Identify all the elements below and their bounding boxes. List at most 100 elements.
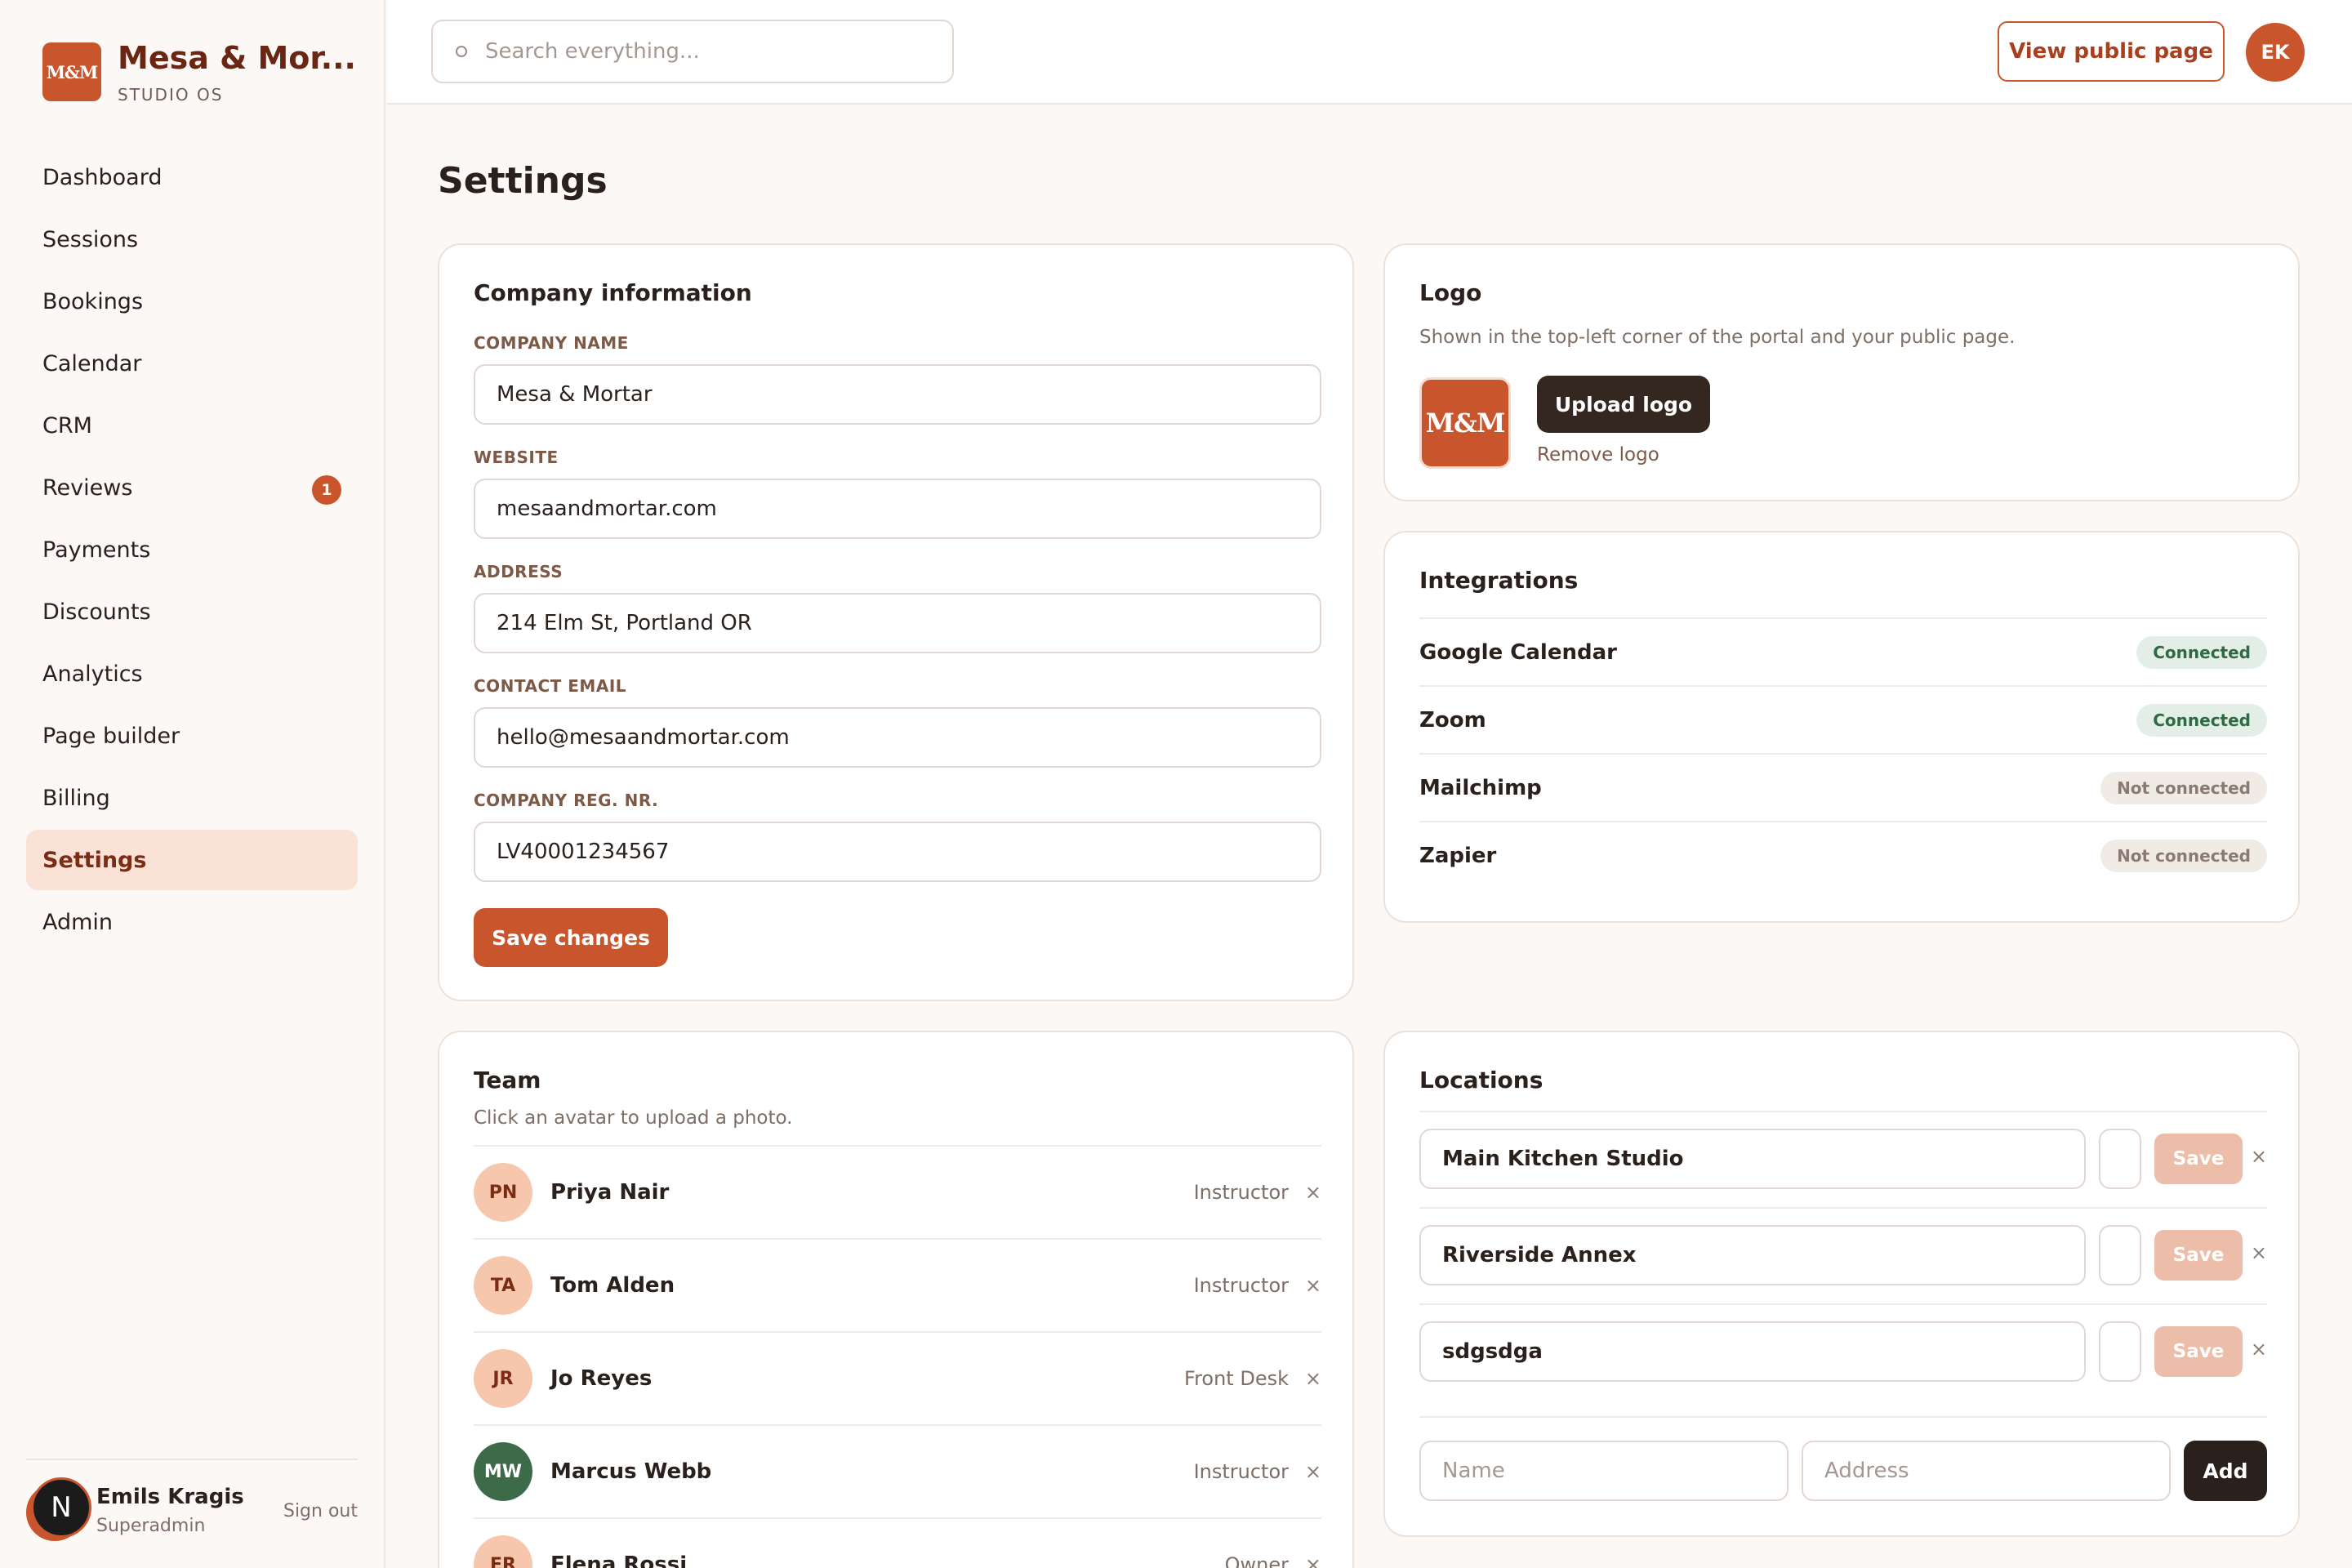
member-name: Jo Reyes xyxy=(550,1366,653,1391)
member-name: Elena Rossi xyxy=(550,1552,688,1568)
remove-location-icon[interactable]: × xyxy=(2251,1145,2267,1168)
location-row: Save × xyxy=(1419,1207,2267,1303)
add-location-button[interactable]: Add xyxy=(2184,1441,2267,1501)
integrations-list: Google Calendar Connected Zoom Connected… xyxy=(1419,617,2267,889)
integration-name: Google Calendar xyxy=(1419,639,1617,665)
brand[interactable]: M&M Mesa & Mor... STUDIO OS xyxy=(42,41,363,105)
member-avatar[interactable]: JR xyxy=(474,1349,532,1408)
integration-name: Mailchimp xyxy=(1419,775,1542,800)
company-reg-label: COMPANY REG. NR. xyxy=(474,791,659,810)
page-title: Settings xyxy=(438,160,608,202)
new-location-name-input[interactable] xyxy=(1419,1441,1788,1501)
status-badge: Connected xyxy=(2136,703,2267,737)
search-input[interactable] xyxy=(485,39,942,64)
member-avatar[interactable]: TA xyxy=(474,1256,532,1315)
company-information-card: Company information COMPANY NAME WEBSITE… xyxy=(438,243,1354,1001)
remove-member-icon[interactable]: × xyxy=(1305,1181,1321,1204)
save-changes-button[interactable]: Save changes xyxy=(474,908,668,967)
view-public-page-button[interactable]: View public page xyxy=(1998,21,2225,82)
new-location-form: Add xyxy=(1419,1416,2267,1514)
remove-member-icon[interactable]: × xyxy=(1305,1367,1321,1390)
location-name-input[interactable] xyxy=(1419,1225,2086,1285)
location-name-input[interactable] xyxy=(1419,1129,2086,1189)
sign-out-link[interactable]: Sign out xyxy=(283,1501,358,1521)
company-name-label: COMPANY NAME xyxy=(474,333,629,353)
brand-subtitle: STUDIO OS xyxy=(118,85,224,105)
sidebar-item-analytics[interactable]: Analytics xyxy=(26,644,358,704)
remove-member-icon[interactable]: × xyxy=(1305,1553,1321,1568)
company-reg-field[interactable] xyxy=(474,822,1321,882)
integration-row[interactable]: Google Calendar Connected xyxy=(1419,617,2267,685)
user-avatar[interactable]: N xyxy=(26,1477,93,1544)
member-name: Marcus Webb xyxy=(550,1459,712,1484)
address-label: ADDRESS xyxy=(474,562,564,581)
location-name-input[interactable] xyxy=(1419,1321,2086,1382)
member-role: Instructor xyxy=(1193,1181,1289,1204)
member-role: Instructor xyxy=(1193,1460,1289,1483)
integration-name: Zapier xyxy=(1419,843,1497,868)
location-save-button[interactable]: Save xyxy=(2154,1134,2243,1184)
location-save-button[interactable]: Save xyxy=(2154,1230,2243,1281)
sidebar-item-payments[interactable]: Payments xyxy=(26,519,358,580)
sidebar-item-bookings[interactable]: Bookings xyxy=(26,271,358,332)
sidebar-item-label: Settings xyxy=(42,847,147,873)
remove-logo-link[interactable]: Remove logo xyxy=(1537,444,1659,466)
sidebar-item-dashboard[interactable]: Dashboard xyxy=(26,147,358,207)
sidebar-item-billing[interactable]: Billing xyxy=(26,768,358,828)
remove-location-icon[interactable]: × xyxy=(2251,1338,2267,1361)
location-address-input[interactable] xyxy=(2099,1225,2141,1285)
upload-logo-button[interactable]: Upload logo xyxy=(1537,376,1710,433)
topbar: View public page EK xyxy=(387,0,2352,105)
member-avatar[interactable]: PN xyxy=(474,1163,532,1222)
reviews-count-badge: 1 xyxy=(312,475,341,505)
member-avatar[interactable]: ER xyxy=(474,1535,532,1568)
card-title: Locations xyxy=(1419,1067,1544,1094)
sidebar-item-label: Billing xyxy=(42,785,110,811)
remove-member-icon[interactable]: × xyxy=(1305,1274,1321,1297)
sidebar-item-page-builder[interactable]: Page builder xyxy=(26,706,358,766)
brand-logo: M&M xyxy=(42,42,101,101)
search-icon xyxy=(456,46,467,57)
sidebar-item-sessions[interactable]: Sessions xyxy=(26,209,358,270)
company-name-field[interactable] xyxy=(474,364,1321,425)
team-member-row: MW Marcus Webb Instructor × xyxy=(474,1424,1321,1517)
member-name: Priya Nair xyxy=(550,1180,670,1205)
sidebar-item-calendar[interactable]: Calendar xyxy=(26,333,358,394)
brand-name: Mesa & Mor... xyxy=(118,41,356,75)
sidebar-item-label: Reviews xyxy=(42,474,133,501)
integration-row[interactable]: Mailchimp Not connected xyxy=(1419,753,2267,821)
member-avatar[interactable]: MW xyxy=(474,1442,532,1501)
integration-row[interactable]: Zapier Not connected xyxy=(1419,821,2267,889)
member-name: Tom Alden xyxy=(550,1273,675,1298)
search-box[interactable] xyxy=(431,20,954,83)
card-title: Team xyxy=(474,1067,541,1094)
sidebar-item-admin[interactable]: Admin xyxy=(26,892,358,952)
sidebar-item-discounts[interactable]: Discounts xyxy=(26,581,358,642)
sidebar-item-crm[interactable]: CRM xyxy=(26,395,358,456)
sidebar-item-label: Discounts xyxy=(42,599,151,625)
contact-email-label: CONTACT EMAIL xyxy=(474,676,626,696)
location-address-input[interactable] xyxy=(2099,1129,2141,1189)
address-field[interactable] xyxy=(474,593,1321,653)
account-avatar[interactable]: EK xyxy=(2246,23,2305,82)
integration-row[interactable]: Zoom Connected xyxy=(1419,685,2267,753)
website-field[interactable] xyxy=(474,479,1321,539)
contact-email-field[interactable] xyxy=(474,707,1321,768)
logo-preview: M&M xyxy=(1419,377,1511,469)
sidebar-item-settings[interactable]: Settings xyxy=(26,830,358,890)
member-role: Owner xyxy=(1224,1553,1289,1568)
location-address-input[interactable] xyxy=(2099,1321,2141,1382)
logo-card: Logo Shown in the top-left corner of the… xyxy=(1383,243,2300,501)
sidebar-item-label: Page builder xyxy=(42,723,180,749)
remove-member-icon[interactable]: × xyxy=(1305,1460,1321,1483)
user-avatar-initial: N xyxy=(31,1477,91,1538)
user-block: N Emils Kragis Superadmin Sign out xyxy=(26,1459,358,1541)
remove-location-icon[interactable]: × xyxy=(2251,1241,2267,1264)
new-location-address-input[interactable] xyxy=(1802,1441,2171,1501)
status-badge: Not connected xyxy=(2100,771,2267,804)
sidebar-item-reviews[interactable]: Reviews 1 xyxy=(26,457,358,518)
integrations-card: Integrations Google Calendar Connected Z… xyxy=(1383,531,2300,923)
location-save-button[interactable]: Save xyxy=(2154,1326,2243,1377)
card-title: Logo xyxy=(1419,279,1482,306)
team-member-row: JR Jo Reyes Front Desk × xyxy=(474,1331,1321,1424)
